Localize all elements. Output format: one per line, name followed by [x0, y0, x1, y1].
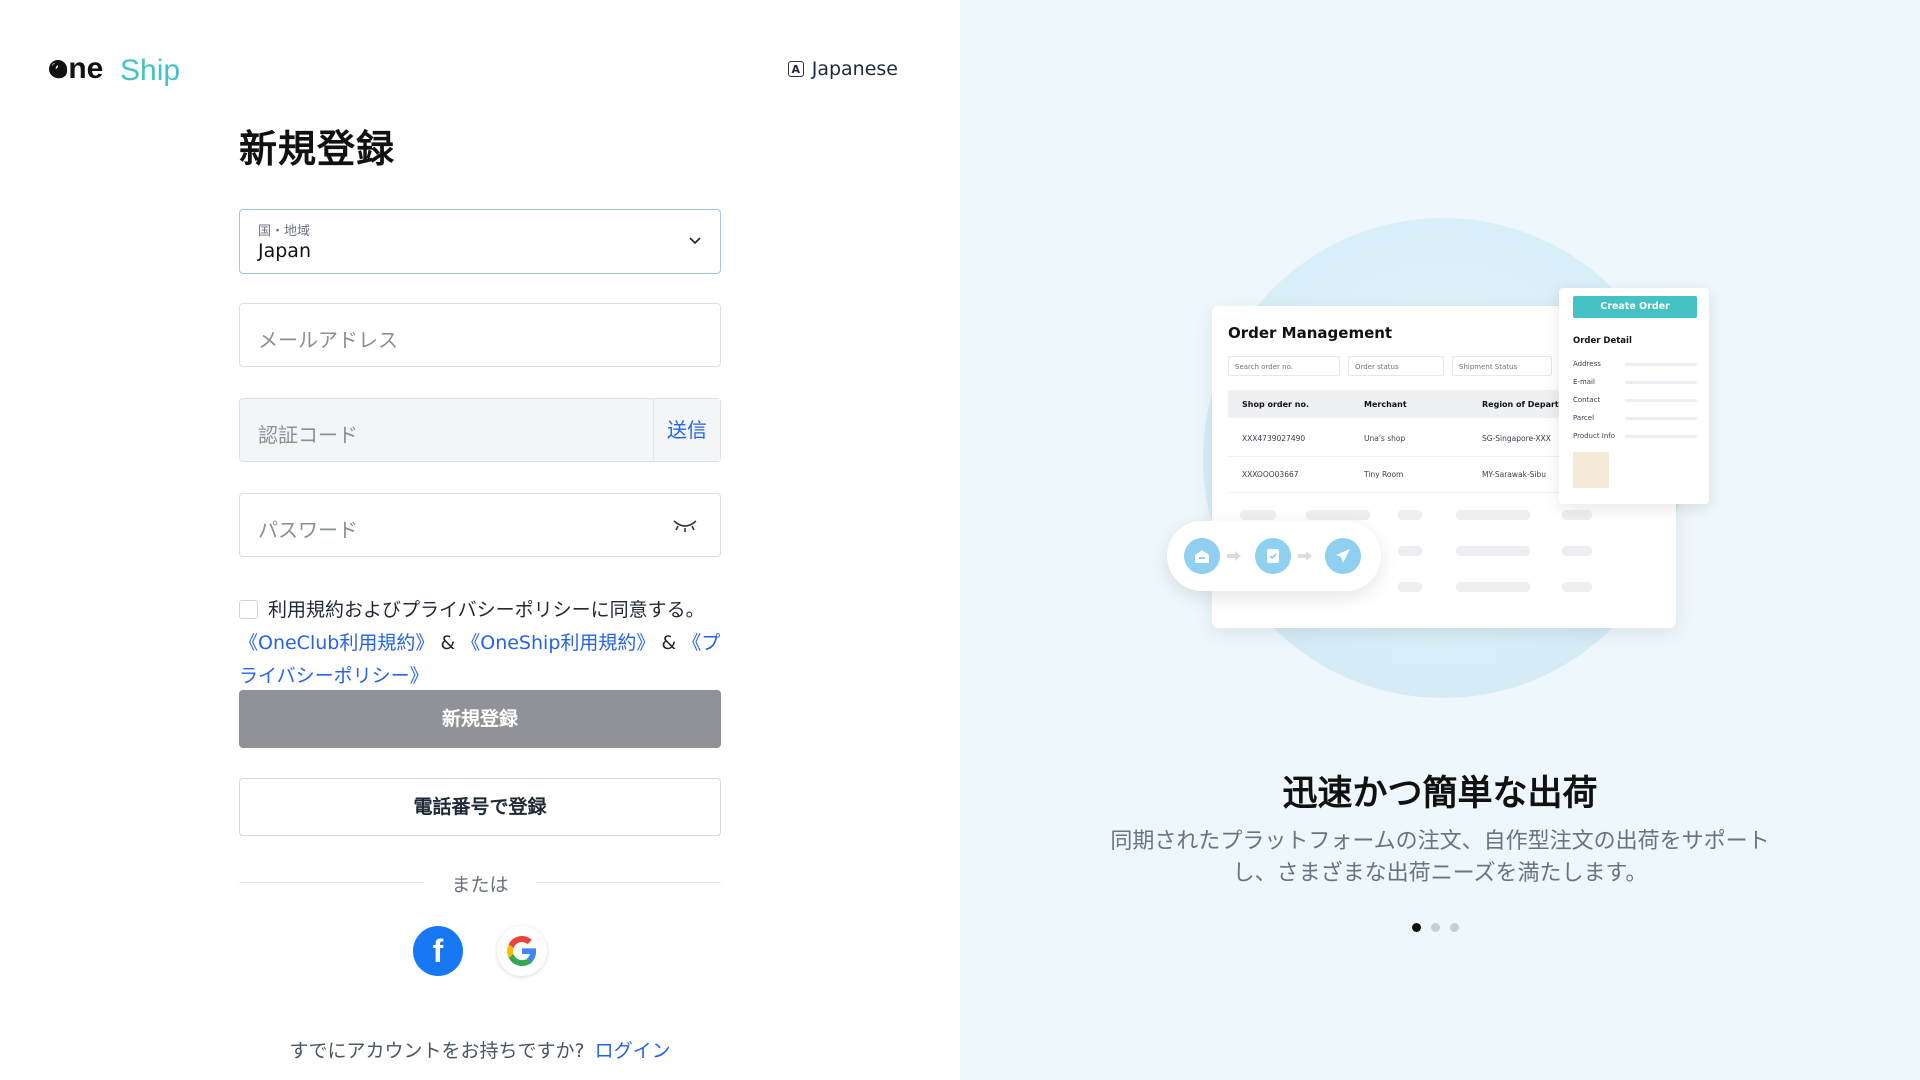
detail-label: Contact	[1573, 396, 1601, 404]
signup-panel: one Ship A Japanese 新規登録 国・地域 Japan メールア…	[0, 0, 960, 1080]
header-cell: Shop order no.	[1242, 400, 1310, 409]
skeleton-line	[1625, 399, 1697, 402]
login-prompt-text: すでにアカウントをお持ちですか?	[289, 1040, 585, 1062]
arrow-right-icon	[1298, 551, 1312, 561]
skeleton-bar	[1562, 546, 1592, 556]
skeleton-bar	[1456, 546, 1530, 556]
password-field[interactable]: パスワード	[239, 493, 721, 557]
skeleton-line	[1625, 363, 1697, 366]
verification-code-field[interactable]: 認証コード 送信	[239, 398, 721, 462]
skeleton-bar	[1456, 582, 1530, 592]
table-cell: SG-Singapore-XXX	[1482, 434, 1551, 443]
translate-icon: A	[787, 61, 804, 77]
checklist-icon	[1255, 538, 1291, 574]
country-label: 国・地域	[258, 224, 311, 239]
skeleton-bar	[1562, 510, 1592, 520]
skeleton-line	[1625, 417, 1697, 420]
svg-text:one: one	[50, 52, 103, 85]
skeleton-line	[1625, 435, 1697, 438]
table-cell: XXX4739027490	[1242, 434, 1306, 443]
filter-order-status: Order status	[1348, 356, 1444, 376]
send-code-button[interactable]: 送信	[653, 399, 720, 461]
skeleton-bar	[1562, 582, 1592, 592]
skeleton-bar	[1306, 510, 1370, 520]
skeleton-bar	[1398, 546, 1422, 556]
skeleton-bar	[1398, 510, 1422, 520]
airplane-icon	[1325, 538, 1361, 574]
google-login-button[interactable]	[497, 926, 547, 976]
ampersand: &	[434, 632, 462, 654]
google-icon	[507, 936, 537, 966]
language-switcher[interactable]: A Japanese	[787, 58, 898, 80]
table-cell: Una's shop	[1364, 434, 1406, 443]
filter-search: Search order no.	[1228, 356, 1340, 376]
language-label: Japanese	[811, 58, 898, 80]
or-divider: または	[239, 870, 721, 896]
social-login: f	[239, 926, 721, 976]
oneship-logo[interactable]: one Ship	[48, 50, 188, 90]
table-cell: XXXOOO03667	[1242, 470, 1299, 479]
warehouse-icon	[1184, 538, 1220, 574]
carousel-dot[interactable]	[1412, 923, 1421, 932]
promo-title: 迅速かつ簡単な出荷	[1282, 774, 1598, 814]
logo-icon: one Ship	[49, 52, 180, 87]
skeleton-bar	[1456, 510, 1530, 520]
order-detail-card: Create Order Order Detail Address E-mail…	[1559, 288, 1709, 504]
header-cell: Merchant	[1364, 400, 1407, 409]
register-button[interactable]: 新規登録	[239, 690, 721, 748]
skeleton-bar	[1398, 582, 1422, 592]
detail-label: Parcel	[1573, 414, 1595, 422]
create-order-button: Create Order	[1573, 296, 1697, 318]
page-title: 新規登録	[239, 127, 396, 171]
login-prompt: すでにアカウントをお持ちですか? ログイン	[239, 1036, 721, 1063]
oneclub-terms-link[interactable]: 《OneClub利用規約》	[239, 632, 434, 654]
detail-label: Address	[1573, 360, 1601, 368]
product-thumbnail	[1573, 452, 1609, 488]
chevron-down-icon	[689, 237, 701, 245]
skeleton-line	[1625, 381, 1697, 384]
skeleton-bar	[1240, 510, 1276, 520]
country-value: Japan	[258, 240, 311, 262]
or-label: または	[451, 874, 509, 896]
carousel-dots	[1412, 923, 1459, 932]
table-cell: MY-Sarawak-Sibu	[1482, 470, 1547, 479]
detail-label: E-mail	[1573, 378, 1595, 386]
oneship-terms-link[interactable]: 《OneShip利用規約》	[461, 632, 655, 654]
order-detail-heading: Order Detail	[1573, 336, 1632, 346]
carousel-dot[interactable]	[1450, 923, 1459, 932]
divider-line	[536, 882, 721, 883]
filter-shipment-status: Shipment Status	[1452, 356, 1552, 376]
promo-description: 同期されたプラットフォームの注文、自作型注文の出荷をサポートし、さまざまな出荷ニ…	[1110, 829, 1770, 886]
ampersand: &	[655, 632, 683, 654]
arrow-right-icon	[1227, 551, 1241, 561]
facebook-login-button[interactable]: f	[413, 926, 463, 976]
card-title: Order Management	[1228, 324, 1393, 342]
password-placeholder: パスワード	[258, 518, 358, 542]
terms-text: 利用規約およびプライバシーポリシーに同意する。	[268, 599, 705, 621]
country-select[interactable]: 国・地域 Japan	[239, 209, 721, 274]
shipping-flow-pill	[1167, 521, 1381, 591]
carousel-dot[interactable]	[1431, 923, 1440, 932]
register-with-phone-button[interactable]: 電話番号で登録	[239, 778, 721, 836]
terms-checkbox[interactable]	[239, 600, 258, 619]
table-cell: Tiny Room	[1364, 470, 1404, 479]
email-placeholder: メールアドレス	[258, 328, 398, 352]
svg-text:Ship: Ship	[120, 54, 180, 87]
code-placeholder: 認証コード	[258, 423, 358, 447]
detail-label: Product Info	[1573, 432, 1616, 440]
eye-closed-icon[interactable]	[672, 516, 698, 534]
login-link[interactable]: ログイン	[595, 1040, 671, 1062]
facebook-icon: f	[432, 932, 444, 969]
terms-agreement: 利用規約およびプライバシーポリシーに同意する。 《OneClub利用規約》 & …	[239, 594, 721, 693]
email-field[interactable]: メールアドレス	[239, 303, 721, 367]
